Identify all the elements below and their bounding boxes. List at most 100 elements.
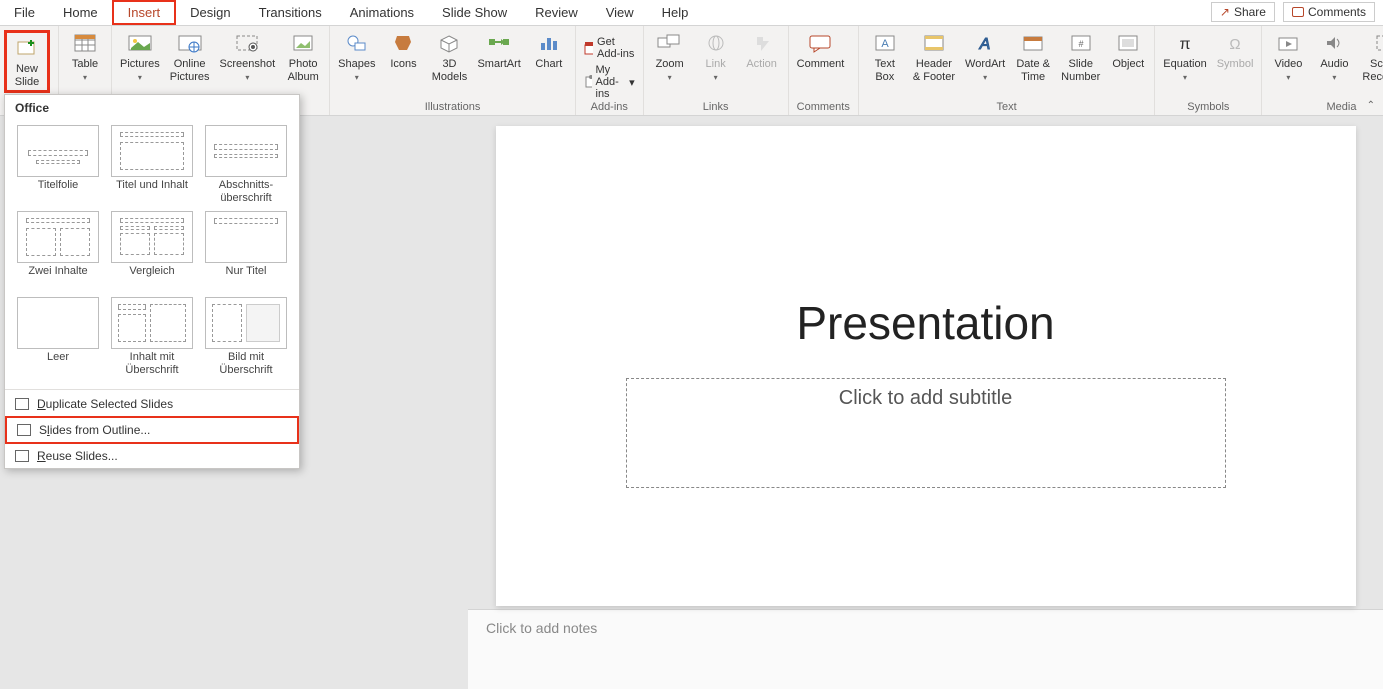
tab-design[interactable]: Design — [176, 0, 244, 25]
screenrecording-button[interactable]: Screen Recording — [1362, 30, 1383, 83]
tab-view[interactable]: View — [592, 0, 648, 25]
object-button[interactable]: Object — [1110, 30, 1146, 71]
object-icon — [1115, 30, 1141, 56]
tab-review[interactable]: Review — [521, 0, 592, 25]
equation-icon: π — [1172, 30, 1198, 56]
svg-text:A: A — [881, 38, 889, 50]
chevron-down-icon: ▾ — [1183, 73, 1187, 82]
layout-nur-titel[interactable] — [205, 211, 287, 263]
pictures-button[interactable]: Pictures▾ — [120, 30, 160, 82]
link-icon — [703, 30, 729, 56]
comment-icon — [1292, 7, 1304, 17]
3dmodels-button[interactable]: 3D Models — [431, 30, 467, 83]
layout-titelfolie[interactable] — [17, 125, 99, 177]
chevron-down-icon: ▾ — [355, 73, 359, 82]
chevron-down-icon: ▾ — [245, 73, 249, 82]
ribbon-tabs: File Home Insert Design Transitions Anim… — [0, 0, 1383, 26]
tab-home[interactable]: Home — [49, 0, 112, 25]
chart-icon — [536, 30, 562, 56]
zoom-icon — [657, 30, 683, 56]
tab-insert[interactable]: Insert — [112, 0, 177, 25]
new-slide-icon — [14, 35, 40, 61]
notes-pane[interactable]: Click to add notes — [468, 609, 1383, 689]
cube-icon — [436, 30, 462, 56]
comment-icon — [807, 30, 833, 56]
share-button[interactable]: ↗Share — [1211, 2, 1275, 22]
screenshot-button[interactable]: Screenshot▾ — [220, 30, 276, 82]
photo-album-button[interactable]: Photo Album — [285, 30, 321, 83]
slidenumber-icon: # — [1068, 30, 1094, 56]
shapes-button[interactable]: Shapes▾ — [338, 30, 375, 82]
table-icon — [72, 30, 98, 56]
slidenumber-button[interactable]: #Slide Number — [1061, 30, 1100, 83]
wordart-button[interactable]: AWordArt▾ — [965, 30, 1005, 82]
smartart-icon — [486, 30, 512, 56]
get-addins-button[interactable]: Get Add-ins — [584, 36, 635, 60]
symbol-button[interactable]: ΩSymbol — [1217, 30, 1254, 71]
video-button[interactable]: Video▾ — [1270, 30, 1306, 82]
svg-text:π: π — [1179, 36, 1190, 53]
collapse-ribbon-button[interactable]: ⌃ — [1367, 100, 1375, 111]
slide-canvas-area: Presentation Click to add subtitle — [468, 116, 1383, 609]
chevron-down-icon: ▾ — [1332, 73, 1336, 82]
slide-title-placeholder[interactable]: Presentation — [496, 296, 1356, 350]
table-button[interactable]: Table▾ — [67, 30, 103, 82]
layout-vergleich[interactable] — [111, 211, 193, 263]
svg-text:Ω: Ω — [1229, 36, 1240, 53]
tab-animations[interactable]: Animations — [336, 0, 428, 25]
new-slide-dropdown: Office Titelfolie Titel und Inhalt Absch… — [4, 94, 300, 469]
icons-button[interactable]: Icons — [385, 30, 421, 71]
equation-button[interactable]: πEquation▾ — [1163, 30, 1206, 82]
comments-button[interactable]: Comments — [1283, 2, 1375, 22]
slide-subtitle-placeholder[interactable]: Click to add subtitle — [626, 378, 1226, 488]
addin-icon — [584, 75, 592, 89]
audio-button[interactable]: Audio▾ — [1316, 30, 1352, 82]
online-pictures-icon — [177, 30, 203, 56]
outline-icon — [17, 424, 31, 436]
layout-leer[interactable] — [17, 297, 99, 349]
layout-inhalt-ueberschrift[interactable] — [111, 297, 193, 349]
tab-help[interactable]: Help — [648, 0, 703, 25]
chevron-down-icon: ▾ — [714, 73, 718, 82]
chart-button[interactable]: Chart — [531, 30, 567, 71]
link-button[interactable]: Link▾ — [698, 30, 734, 82]
chevron-down-icon: ▾ — [983, 73, 987, 82]
textbox-button[interactable]: AText Box — [867, 30, 903, 83]
layout-titel-inhalt[interactable] — [111, 125, 193, 177]
wordart-icon: A — [972, 30, 998, 56]
icons-icon — [390, 30, 416, 56]
new-slide-button[interactable]: New Slide — [9, 35, 45, 88]
headerfooter-button[interactable]: Header & Footer — [913, 30, 955, 83]
my-addins-button[interactable]: My Add-ins▾ — [584, 64, 635, 100]
pictures-icon — [127, 30, 153, 56]
tab-transitions[interactable]: Transitions — [245, 0, 336, 25]
photo-album-icon — [290, 30, 316, 56]
datetime-icon — [1020, 30, 1046, 56]
slide-canvas[interactable]: Presentation Click to add subtitle — [496, 126, 1356, 606]
slides-from-outline-item[interactable]: Slides from Outline... — [5, 416, 299, 444]
chevron-down-icon: ▾ — [1286, 73, 1290, 82]
chevron-down-icon: ▾ — [83, 73, 87, 82]
smartart-button[interactable]: SmartArt — [477, 30, 520, 71]
audio-icon — [1321, 30, 1347, 56]
tab-file[interactable]: File — [0, 0, 49, 25]
layout-zwei-inhalte[interactable] — [17, 211, 99, 263]
comment-button[interactable]: Comment — [797, 30, 845, 71]
tab-slideshow[interactable]: Slide Show — [428, 0, 521, 25]
datetime-button[interactable]: Date & Time — [1015, 30, 1051, 83]
chevron-down-icon: ▾ — [138, 73, 142, 82]
duplicate-icon — [15, 398, 29, 410]
store-icon — [584, 41, 593, 55]
textbox-icon: A — [872, 30, 898, 56]
online-pictures-button[interactable]: Online Pictures — [170, 30, 210, 83]
duplicate-slides-item[interactable]: Duplicate Selected Slides — [5, 392, 299, 416]
layout-abschnitt[interactable] — [205, 125, 287, 177]
reuse-icon — [15, 450, 29, 462]
video-icon — [1275, 30, 1301, 56]
zoom-button[interactable]: Zoom▾ — [652, 30, 688, 82]
layout-bild-ueberschrift[interactable] — [205, 297, 287, 349]
reuse-slides-item[interactable]: Reuse Slides... — [5, 444, 299, 468]
action-icon — [749, 30, 775, 56]
dropdown-header: Office — [5, 95, 299, 121]
action-button[interactable]: Action — [744, 30, 780, 71]
